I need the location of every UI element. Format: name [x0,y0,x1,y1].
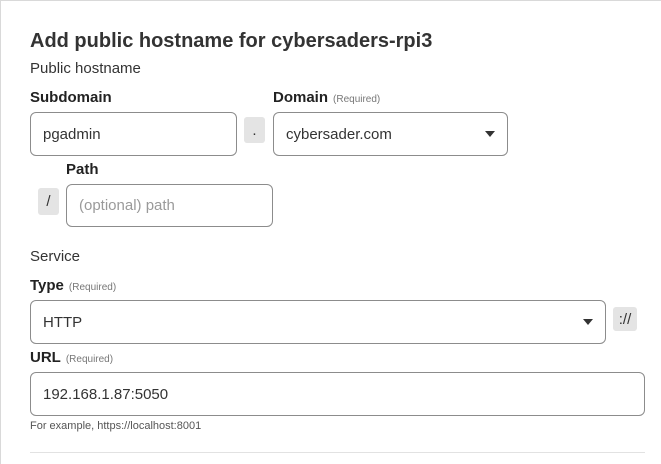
subdomain-label-text: Subdomain [30,89,112,106]
dot-separator: . [244,117,265,143]
section-divider [30,452,645,453]
url-required-tag: (Required) [65,354,114,365]
url-input-value: 192.168.1.87:5050 [43,385,169,403]
chevron-down-icon [583,319,593,325]
url-label: URL (Required) [30,349,113,366]
domain-select[interactable]: cybersader.com [273,112,508,156]
service-section-label: Service [30,248,81,265]
service-type-select[interactable]: HTTP [30,300,606,344]
service-type-value: HTTP [43,313,83,331]
url-input[interactable]: 192.168.1.87:5050 [30,372,645,416]
type-label-text: Type [30,277,64,294]
url-label-text: URL [30,349,61,366]
subdomain-label: Subdomain [30,89,112,106]
url-hint: For example, https://localhost:8001 [30,420,202,432]
path-input-placeholder: (optional) path [79,197,175,214]
type-label: Type (Required) [30,277,116,294]
path-input[interactable]: (optional) path [66,184,273,227]
page-title: Add public hostname for cybersaders-rpi3 [30,30,433,52]
subdomain-input[interactable]: pgadmin [30,112,237,156]
domain-label: Domain (Required) [273,89,380,106]
add-public-hostname-panel: Add public hostname for cybersaders-rpi3… [0,0,661,464]
domain-select-value: cybersader.com [286,125,392,143]
type-required-tag: (Required) [68,282,117,293]
subdomain-input-value: pgadmin [43,125,101,143]
public-hostname-section-label: Public hostname [30,60,141,77]
slash-separator: / [38,188,59,215]
scheme-separator: :// [613,307,637,331]
path-label: Path [66,161,99,178]
chevron-down-icon [485,131,495,137]
path-label-text: Path [66,161,99,178]
domain-required-tag: (Required) [333,94,381,105]
domain-label-text: Domain [273,89,329,106]
